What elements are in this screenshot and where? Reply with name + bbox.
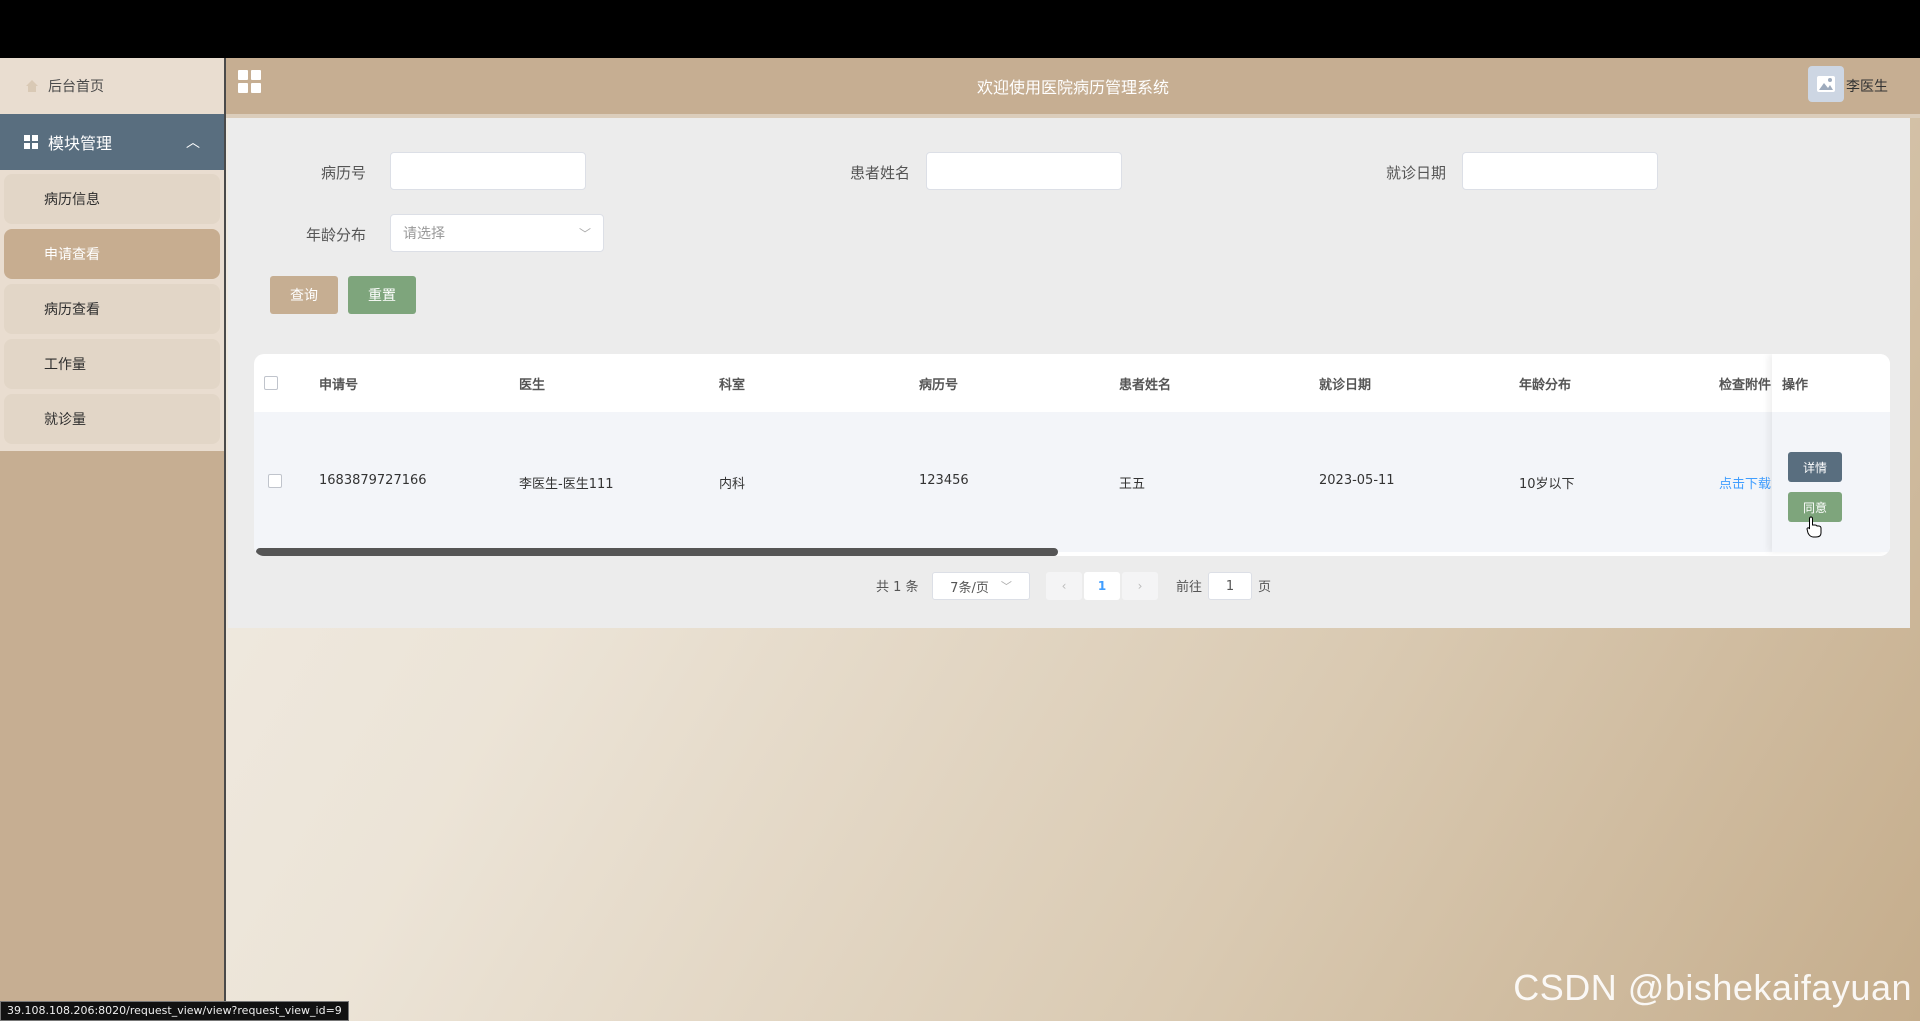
col-visit-date: 就诊日期 [1319, 378, 1372, 393]
reset-button[interactable]: 重置 [348, 276, 416, 314]
cell-visit-date: 2023-05-11 [1319, 473, 1395, 488]
col-age-group: 年龄分布 [1519, 378, 1572, 393]
col-record-no: 病历号 [919, 378, 959, 393]
chevron-left-icon: ‹ [1061, 579, 1067, 593]
table-header: 申请号 医生 科室 病历号 患者姓名 就诊日期 年龄分布 检查附件 [254, 354, 1890, 413]
select-all-checkbox[interactable] [264, 376, 278, 390]
cell-request-no: 1683879727166 [319, 473, 427, 488]
download-link[interactable]: 点击下载 [1719, 473, 1771, 492]
col-operations: 操作 [1782, 378, 1809, 393]
col-doctor: 医生 [519, 378, 546, 393]
cell-patient-name: 王五 [1119, 477, 1146, 492]
hand-cursor-icon [1806, 516, 1822, 538]
sidebar-home[interactable]: 后台首页 [0, 58, 224, 114]
status-url: 39.108.108.206:8020/request_view/view?re… [0, 1001, 349, 1021]
col-request-no: 申请号 [319, 378, 359, 393]
user-name[interactable]: 李医生 [1846, 76, 1888, 96]
sidebar-item-workload[interactable]: 工作量 [4, 339, 220, 389]
sidebar-item-visits[interactable]: 就诊量 [4, 394, 220, 444]
cell-department: 内科 [719, 477, 746, 492]
sidebar: 后台首页 模块管理 ︿ 病历信息 申请查看 病历查看 工作量 就诊量 [0, 58, 226, 1021]
sidebar-item-label: 工作量 [44, 357, 86, 373]
page-size-value: 7条/页 [950, 580, 989, 596]
page-number[interactable]: 1 [1084, 572, 1120, 600]
chevron-down-icon: ﹀ [578, 227, 591, 241]
sidebar-item-label: 申请查看 [44, 247, 100, 263]
record-no-label: 病历号 [320, 164, 366, 182]
goto-label: 前往 [1176, 580, 1203, 595]
next-page-button[interactable]: › [1122, 572, 1158, 600]
total-count: 共 1 条 [876, 580, 919, 595]
sidebar-item-label: 就诊量 [44, 412, 86, 428]
sidebar-item-label: 病历信息 [44, 192, 100, 208]
sidebar-module-label: 模块管理 [48, 134, 113, 153]
record-no-input[interactable] [390, 152, 586, 190]
watermark: CSDN @bishekaifayuan [1513, 967, 1912, 1008]
detail-button[interactable]: 详情 [1788, 452, 1842, 482]
patient-name-label: 患者姓名 [849, 164, 910, 182]
query-button[interactable]: 查询 [270, 276, 338, 314]
col-patient-name: 患者姓名 [1119, 378, 1172, 393]
page-title: 欢迎使用医院病历管理系统 [976, 78, 1169, 97]
chevron-up-icon: ︿ [186, 135, 200, 151]
horizontal-scrollbar[interactable] [256, 548, 1058, 556]
home-icon [24, 78, 40, 94]
request-table: 申请号 医生 科室 病历号 患者姓名 就诊日期 年龄分布 检查附件 168387… [254, 354, 1890, 556]
cell-record-no: 123456 [919, 473, 969, 488]
sidebar-item-record-view[interactable]: 病历查看 [4, 284, 220, 334]
sidebar-item-label: 病历查看 [44, 302, 100, 318]
browser-top-bar [0, 0, 1920, 58]
page-suffix: 页 [1258, 580, 1272, 595]
visit-date-input[interactable] [1462, 152, 1658, 190]
sidebar-submenu: 病历信息 申请查看 病历查看 工作量 就诊量 [0, 170, 224, 451]
age-select-placeholder: 请选择 [403, 226, 445, 242]
avatar[interactable] [1808, 66, 1844, 102]
grid-icon [24, 135, 38, 149]
sidebar-item-records[interactable]: 病历信息 [4, 174, 220, 224]
col-department: 科室 [719, 378, 746, 393]
app-screen: 后台首页 模块管理 ︿ 病历信息 申请查看 病历查看 工作量 就诊量 欢迎使用医… [0, 58, 1920, 1021]
top-header: 欢迎使用医院病历管理系统 李医生 [226, 58, 1920, 118]
goto-page-input[interactable] [1208, 572, 1252, 600]
chevron-down-icon: ﹀ [1000, 580, 1012, 593]
page-size-select[interactable]: 7条/页 ﹀ [932, 572, 1030, 600]
age-select[interactable]: 请选择 ﹀ [390, 214, 604, 252]
operations-column: 操作 详情 同意 [1772, 354, 1890, 552]
prev-page-button[interactable]: ‹ [1046, 572, 1082, 600]
age-label: 年龄分布 [305, 226, 366, 244]
row-checkbox[interactable] [268, 474, 282, 488]
cell-doctor: 李医生-医生111 [519, 477, 614, 492]
table-row[interactable]: 1683879727166 李医生-医生111 内科 123456 王五 202… [254, 412, 1890, 552]
sidebar-module-menu[interactable]: 模块管理 ︿ [0, 114, 224, 170]
visit-date-label: 就诊日期 [1385, 164, 1446, 182]
chevron-right-icon: › [1137, 579, 1143, 593]
col-attachment: 检查附件 [1719, 378, 1772, 393]
image-icon [1817, 76, 1835, 92]
sidebar-item-request-view[interactable]: 申请查看 [4, 229, 220, 279]
content-panel: 病历号 患者姓名 就诊日期 年龄分布 请选择 ﹀ 查询 重置 申请号 医生 科室… [228, 118, 1910, 628]
patient-name-input[interactable] [926, 152, 1122, 190]
sidebar-home-label: 后台首页 [48, 79, 104, 95]
cell-age-group: 10岁以下 [1519, 477, 1575, 492]
